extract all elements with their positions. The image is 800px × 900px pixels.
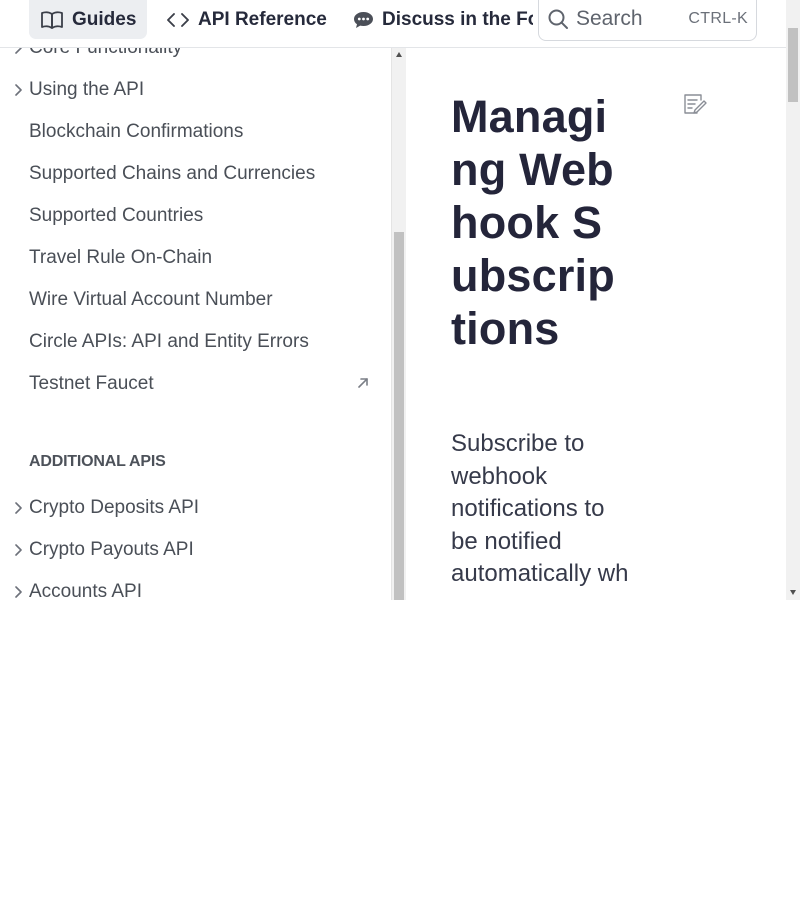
chevron-right-icon xyxy=(12,586,24,598)
sidebar-item-label: Crypto Payouts API xyxy=(29,539,194,560)
chevron-right-icon xyxy=(12,84,24,96)
sidebar-item-supported-countries[interactable]: Supported Countries xyxy=(0,198,380,234)
page-scrollbar[interactable] xyxy=(786,0,800,600)
search-label: Search xyxy=(576,6,643,30)
sidebar-item-label: Travel Rule On-Chain xyxy=(29,247,213,268)
top-nav: Guides API Reference Discuss in the Fo xyxy=(0,0,786,48)
chevron-right-icon xyxy=(12,502,24,514)
sidebar-scrollbar-thumb[interactable] xyxy=(394,232,404,600)
code-brackets-icon xyxy=(166,11,190,29)
tab-api-reference[interactable]: API Reference xyxy=(166,0,336,39)
book-open-icon xyxy=(40,10,64,30)
sidebar-item-supported-chains[interactable]: Supported Chains and Currencies xyxy=(0,156,380,192)
sidebar-item-wire-virtual-account[interactable]: Wire Virtual Account Number xyxy=(0,282,380,318)
sidebar: Core Functionality Using the API Blockch… xyxy=(0,48,391,600)
sidebar-item-label: Core Functionality xyxy=(29,48,182,59)
scroll-up-arrow-icon[interactable] xyxy=(396,52,402,57)
tab-discuss-forum[interactable]: Discuss in the Forum xyxy=(353,0,533,39)
sidebar-item-label: Blockchain Confirmations xyxy=(29,121,244,142)
page-scrollbar-thumb[interactable] xyxy=(788,28,798,102)
sidebar-item-travel-rule[interactable]: Travel Rule On-Chain xyxy=(0,240,380,276)
scroll-down-arrow-icon[interactable] xyxy=(790,590,796,595)
edit-page-icon[interactable] xyxy=(682,91,708,122)
sidebar-item-core-functionality[interactable]: Core Functionality xyxy=(0,48,380,66)
page-title: Managing Webhook Subscriptions xyxy=(451,91,615,354)
sidebar-item-label: Supported Countries xyxy=(29,205,204,226)
sidebar-scrollbar[interactable] xyxy=(391,48,406,600)
sidebar-item-label: Wire Virtual Account Number xyxy=(29,289,273,310)
search-icon xyxy=(547,8,569,30)
sidebar-item-label: Crypto Deposits API xyxy=(29,497,200,518)
sidebar-item-blockchain-confirmations[interactable]: Blockchain Confirmations xyxy=(0,114,380,150)
sidebar-item-label: Accounts API xyxy=(29,581,143,600)
chevron-right-icon xyxy=(12,544,24,556)
sidebar-item-crypto-deposits-api[interactable]: Crypto Deposits API xyxy=(0,490,380,526)
browser-viewport: Guides API Reference Discuss in the Fo xyxy=(0,0,800,600)
sidebar-section-heading: ADDITIONAL APIS xyxy=(29,453,166,470)
sidebar-item-testnet-faucet[interactable]: Testnet Faucet xyxy=(0,366,380,402)
page-description: Subscribe to webhook notifications to be… xyxy=(451,430,629,587)
tab-api-reference-label: API Reference xyxy=(198,8,327,30)
sidebar-item-crypto-payouts-api[interactable]: Crypto Payouts API xyxy=(0,532,380,568)
tab-guides-label: Guides xyxy=(72,8,137,30)
search-button[interactable]: Search CTRL-K xyxy=(538,0,757,41)
chevron-right-icon xyxy=(12,48,24,54)
sidebar-item-label: Testnet Faucet xyxy=(29,373,154,394)
sidebar-item-accounts-api[interactable]: Accounts API xyxy=(0,574,380,600)
tab-guides[interactable]: Guides xyxy=(29,0,147,39)
sidebar-item-using-the-api[interactable]: Using the API xyxy=(0,72,380,108)
sidebar-item-label: Using the API xyxy=(29,79,145,100)
sidebar-item-api-entity-errors[interactable]: Circle APIs: API and Entity Errors xyxy=(0,324,380,360)
sidebar-item-label: Supported Chains and Currencies xyxy=(29,163,316,184)
external-link-icon xyxy=(356,376,370,395)
search-shortcut: CTRL-K xyxy=(688,9,748,27)
sidebar-item-label: Circle APIs: API and Entity Errors xyxy=(29,331,309,352)
chat-bubble-icon xyxy=(353,10,374,30)
tab-discuss-forum-label: Discuss in the Forum xyxy=(382,8,533,30)
main-content: Managing Webhook Subscriptions Subscribe… xyxy=(407,48,786,600)
